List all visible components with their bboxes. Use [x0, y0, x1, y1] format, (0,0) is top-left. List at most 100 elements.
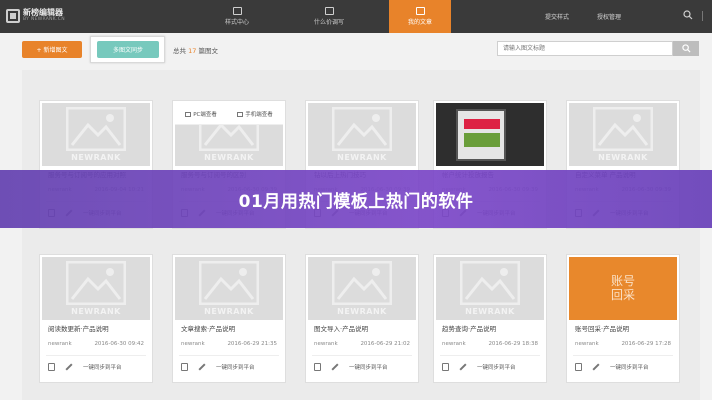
authorization-link[interactable]: 授权管理	[597, 12, 621, 21]
divider	[573, 355, 673, 356]
sync-button-highlight: 多图文同步	[90, 36, 165, 63]
trash-icon[interactable]	[48, 363, 55, 371]
placeholder-brand: NEWRANK	[204, 153, 254, 162]
article-meta: newrank 2016-06-29 18:38	[442, 341, 538, 347]
nav-style-center[interactable]: 样式中心	[206, 0, 268, 33]
article-thumbnail[interactable]: NEWRANK	[42, 103, 150, 166]
article-thumbnail[interactable]: NEWRANK	[436, 257, 544, 320]
placeholder-brand: NEWRANK	[598, 153, 648, 162]
mobile-preview-button[interactable]: 手机端查看	[237, 110, 273, 118]
article-author: newrank	[442, 341, 466, 347]
top-navigation-bar: 新榜编辑器 BY NEWRANK.CN 样式中心 什么价调写 我的文章 提交样式…	[0, 0, 712, 33]
placeholder-brand: NEWRANK	[204, 307, 254, 316]
article-actions: 一键同步到平台	[48, 363, 146, 371]
image-placeholder-icon	[332, 261, 392, 305]
placeholder-brand: NEWRANK	[71, 307, 121, 316]
article-author: newrank	[314, 341, 338, 347]
article-thumbnail[interactable]	[436, 103, 544, 166]
article-meta: newrank 2016-06-29 17:28	[575, 341, 671, 347]
search-button[interactable]	[673, 41, 699, 56]
article-date: 2016-06-29 21:02	[360, 341, 410, 347]
sync-to-platform-link[interactable]: 一键同步到平台	[610, 363, 649, 371]
divider	[440, 355, 540, 356]
article-thumbnail[interactable]: NEWRANK	[569, 103, 677, 166]
grid-icon	[232, 7, 242, 15]
pencil-icon[interactable]	[198, 363, 206, 371]
nav-my-articles[interactable]: 我的文章	[389, 0, 451, 33]
toolbar: + 新增图文 多图文同步 总共 17 篇图文	[0, 33, 712, 65]
image-placeholder-icon	[66, 261, 126, 305]
pencil-icon[interactable]	[331, 363, 339, 371]
article-grid: NEWRANK 服务号与订阅号的应用对照 newrank 2016-09-04 …	[22, 70, 700, 400]
article-thumbnail[interactable]: NEWRANK	[308, 103, 416, 166]
pencil-icon[interactable]	[65, 363, 73, 371]
nav-label: 样式中心	[224, 19, 249, 26]
article-search-input[interactable]	[497, 41, 673, 56]
article-card[interactable]: NEWRANK 文章搜索·产品说明 newrank 2016-06-29 21:…	[172, 254, 286, 383]
article-thumbnail[interactable]: NEWRANK	[175, 257, 283, 320]
nav-label: 我的文章	[407, 19, 432, 26]
sync-to-platform-link[interactable]: 一键同步到平台	[477, 363, 516, 371]
pencil-icon[interactable]	[459, 363, 467, 371]
nav-label: 什么价调写	[313, 19, 344, 26]
logo-subtitle: BY NEWRANK.CN	[23, 16, 65, 22]
logo-icon	[6, 9, 20, 23]
article-card[interactable]: 账号 回采 账号回采·产品说明 newrank 2016-06-29 17:28…	[566, 254, 680, 383]
article-title[interactable]: 阅读数更新·产品说明	[48, 323, 109, 333]
placeholder-brand: NEWRANK	[337, 307, 387, 316]
add-article-button[interactable]: + 新增图文	[22, 41, 82, 58]
promo-banner: 01月用热门模板上热门的软件	[0, 170, 712, 228]
article-card[interactable]: NEWRANK 阅读数更新·产品说明 newrank 2016-06-30 09…	[39, 254, 153, 383]
sync-to-platform-link[interactable]: 一键同步到平台	[349, 363, 388, 371]
trash-icon[interactable]	[442, 363, 449, 371]
logo[interactable]: 新榜编辑器 BY NEWRANK.CN	[6, 6, 78, 26]
banner-title: 01月用热门模板上热门的软件	[238, 191, 474, 212]
divider	[312, 355, 412, 356]
placeholder-brand: NEWRANK	[71, 153, 121, 162]
article-date: 2016-06-29 18:38	[488, 341, 538, 347]
nav-write[interactable]: 什么价调写	[298, 0, 360, 33]
divider	[702, 11, 703, 21]
monitor-icon	[185, 111, 192, 117]
search-icon[interactable]	[683, 10, 693, 20]
pc-preview-button[interactable]: PC端查看	[185, 110, 217, 118]
article-author: newrank	[575, 341, 599, 347]
edit-icon	[324, 7, 334, 15]
article-title[interactable]: 账号回采·产品说明	[575, 323, 629, 333]
multi-article-sync-button[interactable]: 多图文同步	[97, 41, 159, 58]
article-title[interactable]: 趋势查询·产品说明	[442, 323, 496, 333]
image-placeholder-icon	[460, 261, 520, 305]
article-count: 总共 17 篇图文	[173, 47, 218, 55]
article-actions: 一键同步到平台	[181, 363, 279, 371]
trash-icon[interactable]	[314, 363, 321, 371]
image-placeholder-icon	[593, 107, 653, 151]
trash-icon[interactable]	[181, 363, 188, 371]
article-date: 2016-06-29 21:35	[227, 341, 277, 347]
divider	[179, 355, 279, 356]
article-card[interactable]: NEWRANK 图文导入·产品说明 newrank 2016-06-29 21:…	[305, 254, 419, 383]
article-title[interactable]: 图文导入·产品说明	[314, 323, 368, 333]
submit-style-link[interactable]: 提交样式	[545, 12, 569, 21]
folder-icon	[415, 7, 425, 15]
article-author: newrank	[181, 341, 205, 347]
qr-icon	[237, 111, 244, 117]
article-thumbnail[interactable]: 账号 回采	[569, 257, 677, 320]
article-date: 2016-06-30 09:42	[94, 341, 144, 347]
article-thumbnail[interactable]: NEWRANK	[42, 257, 150, 320]
article-actions: 一键同步到平台	[575, 363, 673, 371]
article-thumbnail[interactable]: NEWRANK	[308, 257, 416, 320]
placeholder-brand: NEWRANK	[337, 153, 387, 162]
trash-icon[interactable]	[575, 363, 582, 371]
article-count-number: 17	[188, 47, 197, 55]
pencil-icon[interactable]	[592, 363, 600, 371]
article-meta: newrank 2016-06-29 21:35	[181, 341, 277, 347]
search-icon	[681, 44, 691, 53]
article-title[interactable]: 文章搜索·产品说明	[181, 323, 235, 333]
divider	[46, 355, 146, 356]
article-date: 2016-06-29 17:28	[621, 341, 671, 347]
sync-to-platform-link[interactable]: 一键同步到平台	[83, 363, 122, 371]
article-meta: newrank 2016-06-30 09:42	[48, 341, 144, 347]
article-meta: newrank 2016-06-29 21:02	[314, 341, 410, 347]
article-card[interactable]: NEWRANK 趋势查询·产品说明 newrank 2016-06-29 18:…	[433, 254, 547, 383]
sync-to-platform-link[interactable]: 一键同步到平台	[216, 363, 255, 371]
